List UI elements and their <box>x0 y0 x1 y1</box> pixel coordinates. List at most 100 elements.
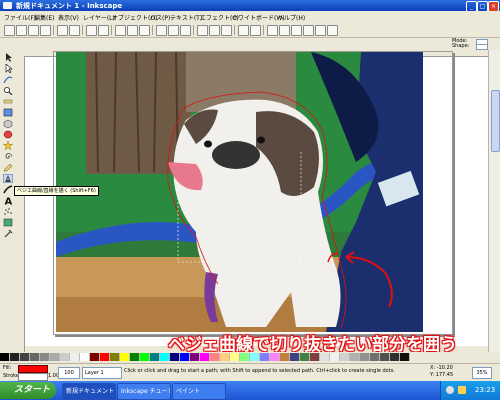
swatch-light-magenta[interactable] <box>270 353 280 361</box>
swatch-lime[interactable] <box>140 353 150 361</box>
swatch-gray-3[interactable] <box>30 353 40 361</box>
scrollbar-thumb[interactable] <box>491 90 500 152</box>
pencil-tool-icon[interactable] <box>3 163 13 172</box>
swatch-cyan[interactable] <box>160 353 170 361</box>
swatch-gray-2[interactable] <box>20 353 30 361</box>
swatch-gray-14[interactable] <box>400 353 410 361</box>
swatch-light-cyan[interactable] <box>250 353 260 361</box>
menu-text[interactable]: テキスト(T) <box>170 13 202 22</box>
ellipse-tool-icon[interactable] <box>3 130 13 139</box>
ungroup-icon[interactable] <box>250 25 261 36</box>
swatch-teal[interactable] <box>150 353 160 361</box>
opacity-field[interactable]: 100 <box>58 367 80 379</box>
star-tool-icon[interactable] <box>3 141 13 150</box>
measure-tool-icon[interactable] <box>3 97 13 106</box>
swatch-yellow[interactable] <box>120 353 130 361</box>
node-tool-icon[interactable] <box>3 64 13 73</box>
xml-editor-icon[interactable] <box>291 25 302 36</box>
swatch-olive[interactable] <box>110 353 120 361</box>
swatch-black[interactable] <box>0 353 10 361</box>
menu-whiteboard[interactable]: ホワイトボード(W) <box>232 13 285 22</box>
new-document-icon[interactable] <box>4 25 15 36</box>
menu-view[interactable]: 表示(V) <box>58 13 79 22</box>
menu-edit[interactable]: 編集(E) <box>34 13 54 22</box>
bezier-pen-tool-icon[interactable] <box>3 174 13 183</box>
undo-icon[interactable] <box>86 25 97 36</box>
spiral-tool-icon[interactable] <box>3 152 13 161</box>
swatch-blue[interactable] <box>180 353 190 361</box>
zoom-selection-icon[interactable] <box>156 25 167 36</box>
fill-indicator[interactable] <box>18 365 48 373</box>
menu-layer[interactable]: レイヤー(L) <box>83 13 115 22</box>
menu-file[interactable]: ファイル(F) <box>4 13 36 22</box>
swatch-brown[interactable] <box>280 353 290 361</box>
swatch-gray-4[interactable] <box>40 353 50 361</box>
text-tool-icon[interactable]: A <box>3 196 13 206</box>
save-icon[interactable] <box>28 25 39 36</box>
document-properties-icon[interactable] <box>327 25 338 36</box>
stroke-indicator[interactable] <box>18 373 48 381</box>
layer-selector[interactable]: Layer 1 <box>82 367 122 379</box>
swatch-gray-13[interactable] <box>390 353 400 361</box>
duplicate-icon[interactable] <box>197 25 208 36</box>
preferences-icon[interactable] <box>315 25 326 36</box>
swatch-gray-7[interactable] <box>70 353 80 361</box>
unlink-clone-icon[interactable] <box>221 25 232 36</box>
tweak-tool-icon[interactable] <box>3 75 13 84</box>
swatch-pink[interactable] <box>210 353 220 361</box>
swatch-peach[interactable] <box>220 353 230 361</box>
redo-icon[interactable] <box>98 25 109 36</box>
calligraphy-tool-icon[interactable] <box>3 185 13 194</box>
paste-icon[interactable] <box>139 25 150 36</box>
zoom-page-icon[interactable] <box>180 25 191 36</box>
group-icon[interactable] <box>238 25 249 36</box>
swatch-white[interactable] <box>80 353 90 361</box>
volume-icon[interactable] <box>446 386 454 394</box>
copy-icon[interactable] <box>115 25 126 36</box>
selector-tool-icon[interactable] <box>3 53 13 62</box>
align-distribute-icon[interactable] <box>303 25 314 36</box>
task-paint[interactable]: ペイント <box>172 383 226 400</box>
dropper-tool-icon[interactable] <box>3 229 13 238</box>
zoom-tool-icon[interactable] <box>3 86 13 95</box>
swatch-gray-10[interactable] <box>360 353 370 361</box>
swatch-purple[interactable] <box>190 353 200 361</box>
swatch-slate[interactable] <box>290 353 300 361</box>
swatch-forest[interactable] <box>300 353 310 361</box>
swatch-gray-9[interactable] <box>350 353 360 361</box>
start-button[interactable]: スタート <box>0 382 56 399</box>
task-inkscape-document[interactable]: 新規ドキュメント 1 - ... <box>62 383 116 400</box>
open-file-icon[interactable] <box>16 25 27 36</box>
import-icon[interactable] <box>57 25 68 36</box>
swatch-gray-6[interactable] <box>60 353 70 361</box>
swatch-rust[interactable] <box>310 353 320 361</box>
swatch-gray-11[interactable] <box>370 353 380 361</box>
swatch-navy[interactable] <box>170 353 180 361</box>
menu-help[interactable]: ヘルプ(H) <box>278 13 305 22</box>
3d-box-tool-icon[interactable] <box>3 119 13 128</box>
swatch-light-yellow[interactable] <box>230 353 240 361</box>
task-inkscape-tutorial[interactable]: Inkscape チュートリ... <box>117 383 171 400</box>
zoom-drawing-icon[interactable] <box>168 25 179 36</box>
clone-icon[interactable] <box>209 25 220 36</box>
rectangle-tool-icon[interactable] <box>3 108 13 117</box>
swatch-magenta[interactable] <box>200 353 210 361</box>
swatch-gray-1[interactable] <box>10 353 20 361</box>
gradient-tool-icon[interactable] <box>3 218 13 227</box>
menu-path[interactable]: パス(P) <box>150 13 170 22</box>
swatch-light-silver[interactable] <box>330 353 340 361</box>
cut-icon[interactable] <box>127 25 138 36</box>
swatch-gray-12[interactable] <box>380 353 390 361</box>
spray-tool-icon[interactable] <box>3 207 13 216</box>
ime-icon[interactable] <box>458 386 466 394</box>
swatch-silver[interactable] <box>320 353 330 361</box>
swatch-light-green[interactable] <box>240 353 250 361</box>
swatch-red[interactable] <box>100 353 110 361</box>
swatch-light-blue[interactable] <box>260 353 270 361</box>
swatch-maroon[interactable] <box>90 353 100 361</box>
zoom-field[interactable]: 35% <box>472 367 492 379</box>
export-icon[interactable] <box>69 25 80 36</box>
swatch-gray-8[interactable] <box>340 353 350 361</box>
print-icon[interactable] <box>40 25 51 36</box>
fill-stroke-icon[interactable] <box>267 25 278 36</box>
